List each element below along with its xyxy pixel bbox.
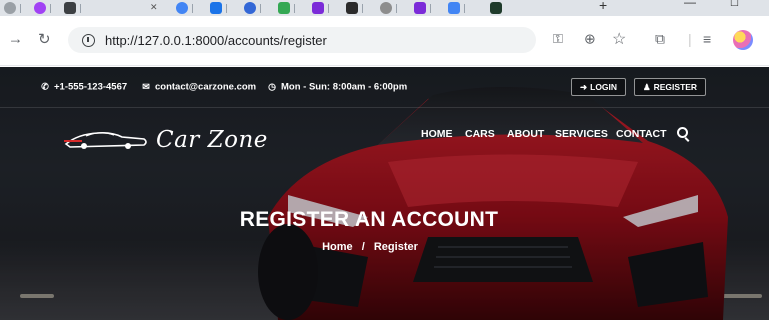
minimize-button[interactable]: — bbox=[684, 0, 696, 9]
tab-divider bbox=[80, 3, 81, 13]
hero-banner: ✆ +1-555-123-4567 ✉ contact@carzone.com … bbox=[0, 67, 769, 320]
envelope-icon: ✉ bbox=[142, 81, 150, 92]
reading-list-icon[interactable]: ≡ bbox=[703, 31, 711, 47]
tab-favicon-icon bbox=[176, 2, 188, 14]
tab-favicon-icon bbox=[34, 2, 46, 14]
info-icon[interactable] bbox=[82, 33, 95, 47]
tab-divider bbox=[260, 3, 261, 13]
email-contact[interactable]: ✉ contact@carzone.com bbox=[141, 82, 256, 93]
breadcrumb: Home / Register bbox=[0, 241, 740, 253]
profile-avatar[interactable] bbox=[733, 30, 753, 50]
tab-favicon-icon bbox=[414, 2, 426, 14]
tab-divider bbox=[396, 3, 397, 13]
phone-icon: ✆ bbox=[41, 81, 49, 92]
browser-tab-strip: ✕ + — ☐ bbox=[0, 0, 769, 16]
car-logo-icon bbox=[64, 132, 147, 149]
browser-tab[interactable] bbox=[448, 1, 465, 15]
nav-services[interactable]: SERVICES bbox=[555, 128, 608, 140]
breadcrumb-current: Register bbox=[373, 241, 418, 253]
browser-tab[interactable] bbox=[490, 1, 502, 15]
back-arrow-icon[interactable]: → bbox=[8, 31, 23, 48]
register-button[interactable]: ♟ REGISTER bbox=[634, 78, 707, 96]
phone-text: +1-555-123-4567 bbox=[54, 81, 128, 93]
url-text: http://127.0.0.1:8000/accounts/register bbox=[105, 32, 327, 48]
tab-close-icon[interactable]: ✕ bbox=[150, 2, 158, 13]
tab-divider bbox=[20, 3, 21, 13]
nav-contact[interactable]: CONTACT bbox=[616, 128, 667, 140]
tab-divider bbox=[294, 3, 295, 13]
logo-text: Car Zone bbox=[156, 127, 268, 153]
zoom-icon[interactable]: ⊕ bbox=[584, 31, 596, 48]
extensions-icon[interactable]: ⧉ bbox=[655, 31, 665, 48]
search-icon[interactable] bbox=[677, 127, 688, 138]
nav-cars[interactable]: CARS bbox=[465, 128, 495, 140]
tab-favicon-icon bbox=[4, 2, 16, 14]
nav-about[interactable]: ABOUT bbox=[507, 128, 544, 140]
toolbar-divider: | bbox=[688, 31, 692, 47]
tab-divider bbox=[328, 3, 329, 13]
address-bar[interactable]: http://127.0.0.1:8000/accounts/register bbox=[68, 27, 536, 53]
tab-favicon-icon bbox=[380, 2, 392, 14]
tab-favicon-icon bbox=[490, 2, 502, 14]
top-info-bar: ✆ +1-555-123-4567 ✉ contact@carzone.com … bbox=[0, 67, 769, 107]
login-label: LOGIN bbox=[590, 82, 618, 92]
breadcrumb-home-link[interactable]: Home bbox=[322, 241, 353, 253]
opening-hours: ◷ Mon - Sun: 8:00am - 6:00pm bbox=[267, 82, 407, 93]
page-title: REGISTER AN ACCOUNT bbox=[239, 208, 499, 231]
browser-tab[interactable] bbox=[380, 1, 397, 15]
clock-icon: ◷ bbox=[268, 81, 276, 92]
browser-tab[interactable] bbox=[278, 1, 295, 15]
browser-toolbar: → ↻ http://127.0.0.1:8000/accounts/regis… bbox=[0, 16, 769, 66]
browser-tab[interactable] bbox=[176, 1, 193, 15]
maximize-button[interactable]: ☐ bbox=[730, 0, 739, 9]
browser-tab[interactable] bbox=[4, 1, 21, 15]
browser-tab[interactable] bbox=[346, 1, 363, 15]
tab-divider bbox=[464, 3, 465, 13]
register-label: REGISTER bbox=[653, 82, 698, 92]
browser-tab[interactable] bbox=[64, 1, 81, 15]
user-icon: ♟ bbox=[643, 81, 651, 92]
infobar-divider bbox=[0, 107, 769, 108]
star-icon[interactable]: ☆ bbox=[612, 29, 626, 49]
reload-icon[interactable]: ↻ bbox=[38, 30, 51, 48]
browser-tab[interactable] bbox=[244, 1, 261, 15]
browser-tab[interactable] bbox=[34, 1, 51, 15]
browser-tab[interactable] bbox=[414, 1, 431, 15]
tab-divider bbox=[50, 3, 51, 13]
tab-favicon-icon bbox=[210, 2, 222, 14]
tab-favicon-icon bbox=[346, 2, 358, 14]
hours-text: Mon - Sun: 8:00am - 6:00pm bbox=[281, 81, 408, 93]
nav-home[interactable]: HOME bbox=[421, 128, 453, 140]
tab-divider bbox=[192, 3, 193, 13]
breadcrumb-separator: / bbox=[361, 241, 365, 253]
tab-favicon-icon bbox=[448, 2, 460, 14]
tab-divider bbox=[430, 3, 431, 13]
login-button[interactable]: ➜ LOGIN bbox=[571, 78, 627, 96]
login-icon: ➜ bbox=[580, 81, 588, 92]
phone-contact[interactable]: ✆ +1-555-123-4567 bbox=[40, 82, 127, 93]
site-logo[interactable]: Car Zone bbox=[64, 122, 268, 158]
tab-favicon-icon bbox=[64, 2, 76, 14]
tab-divider bbox=[226, 3, 227, 13]
tab-favicon-icon bbox=[278, 2, 290, 14]
browser-tab[interactable] bbox=[210, 1, 227, 15]
tab-favicon-icon bbox=[312, 2, 324, 14]
new-tab-button[interactable]: + bbox=[599, 0, 607, 13]
email-text: contact@carzone.com bbox=[155, 81, 257, 93]
tab-divider bbox=[362, 3, 363, 13]
tab-favicon-icon bbox=[244, 2, 256, 14]
key-icon[interactable]: ⚿ bbox=[553, 31, 563, 47]
browser-tab[interactable] bbox=[312, 1, 329, 15]
